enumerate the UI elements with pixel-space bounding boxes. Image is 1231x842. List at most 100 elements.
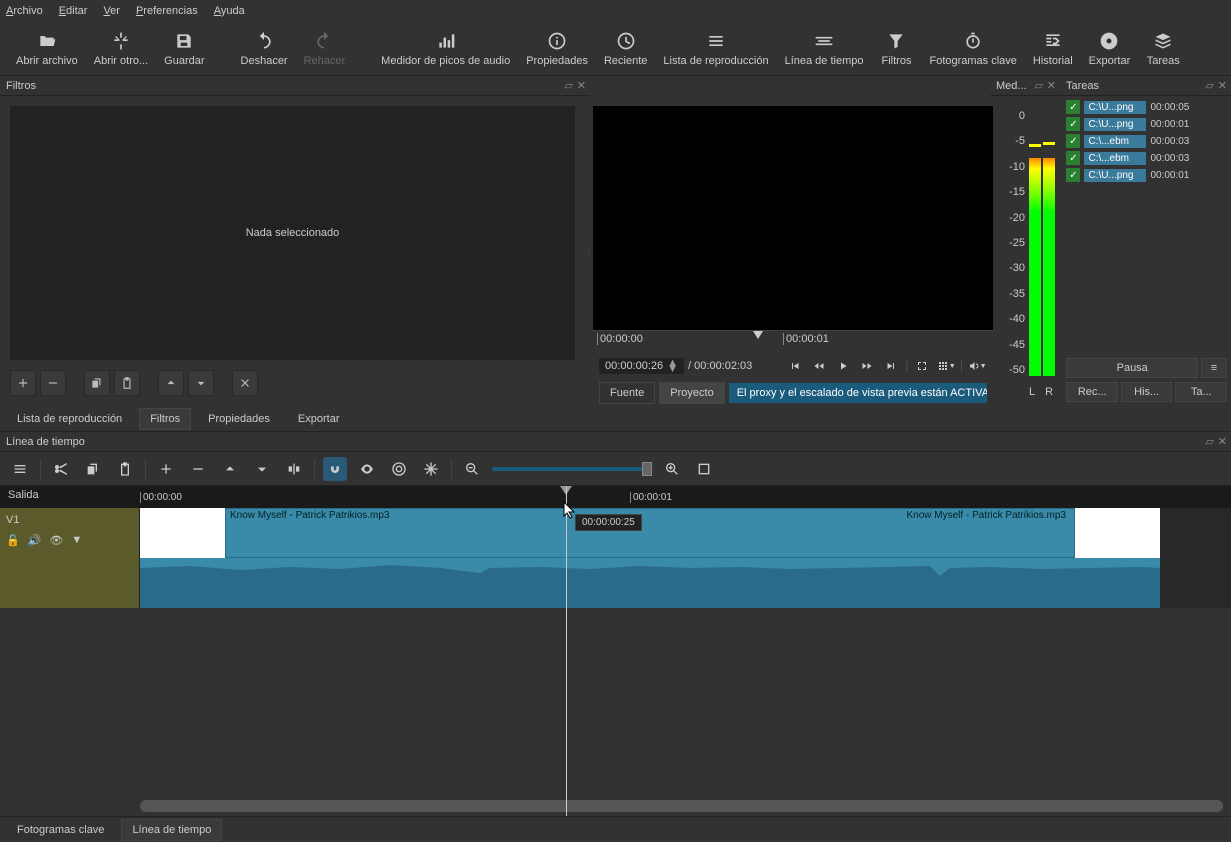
ripple-all-button[interactable] [419, 457, 443, 481]
undock-icon[interactable]: ▱ [1034, 79, 1042, 92]
redo-button[interactable]: Rehacer [296, 27, 354, 71]
add-filter-button[interactable] [10, 370, 36, 396]
menu-editar[interactable]: Editar [59, 5, 88, 17]
open-file-button[interactable]: Abrir archivo [8, 27, 86, 71]
remove-button[interactable] [186, 457, 210, 481]
close-icon[interactable]: ✕ [1218, 79, 1227, 92]
export-button[interactable]: Exportar [1081, 27, 1139, 71]
close-icon[interactable]: ✕ [1218, 435, 1227, 448]
track-header[interactable]: V1 🔓 🔊 👁 ▼ [0, 508, 140, 608]
history-button[interactable]: Historial [1025, 27, 1081, 71]
save-button[interactable]: Guardar [156, 27, 212, 71]
tab-playlist[interactable]: Lista de reproducción [6, 408, 133, 430]
grid-button[interactable]: ▼ [936, 356, 956, 376]
zoom-fit-button[interactable] [692, 457, 716, 481]
audio-meter-button[interactable]: Medidor de picos de audio [373, 27, 518, 71]
his-button[interactable]: His... [1121, 382, 1173, 402]
forward-button[interactable] [857, 356, 877, 376]
rewind-button[interactable] [809, 356, 829, 376]
append-button[interactable] [154, 457, 178, 481]
undock-icon[interactable]: ▱ [1205, 79, 1213, 92]
current-time-input[interactable]: 00:00:00:26 ▲▼ [599, 358, 684, 374]
slider-thumb[interactable] [642, 462, 652, 476]
skip-end-button[interactable] [881, 356, 901, 376]
clip-blank[interactable] [1075, 508, 1160, 558]
scrub-button[interactable] [355, 457, 379, 481]
ta-button[interactable]: Ta... [1175, 382, 1227, 402]
task-row[interactable]: ✓ C:\U...png 00:00:01 [1066, 168, 1227, 182]
paste-button[interactable] [113, 457, 137, 481]
visibility-icon[interactable]: 👁 [49, 534, 63, 547]
keyframes-button[interactable]: Fotogramas clave [921, 27, 1024, 71]
track-name: V1 [6, 514, 133, 526]
deselect-button[interactable] [232, 370, 258, 396]
rec-button[interactable]: Rec... [1066, 382, 1118, 402]
split-button[interactable] [282, 457, 306, 481]
paste-button[interactable] [114, 370, 140, 396]
clip-blank[interactable] [140, 508, 225, 558]
zoom-fit-button[interactable] [912, 356, 932, 376]
snap-button[interactable] [323, 457, 347, 481]
copy-button[interactable] [84, 370, 110, 396]
splitter[interactable]: ⋮ [585, 96, 593, 406]
filter-icon[interactable]: ▼ [71, 534, 82, 547]
menu-ayuda[interactable]: Ayuda [214, 5, 245, 17]
timeline-button[interactable]: Línea de tiempo [777, 27, 872, 71]
tab-properties[interactable]: Propiedades [197, 408, 281, 430]
tab-export[interactable]: Exportar [287, 408, 351, 430]
move-up-button[interactable] [158, 370, 184, 396]
skip-start-button[interactable] [785, 356, 805, 376]
menubar: AArchivorchivo Editar Ver Preferencias A… [0, 0, 1231, 22]
tasks-button[interactable]: Tareas [1138, 27, 1188, 71]
player-ruler[interactable]: 00:00:00 00:00:01 [593, 330, 993, 352]
tab-keyframes[interactable]: Fotogramas clave [6, 819, 115, 841]
close-icon[interactable]: ✕ [577, 79, 586, 92]
pause-button[interactable]: Pausa [1066, 358, 1198, 378]
playhead-marker[interactable] [753, 331, 763, 339]
timeline-ruler[interactable]: Salida 00:00:00 00:00:01 [0, 486, 1231, 508]
menu-preferencias[interactable]: Preferencias [136, 5, 198, 17]
ripple-button[interactable] [387, 457, 411, 481]
horizontal-scrollbar[interactable] [140, 800, 1223, 812]
recent-button[interactable]: Reciente [596, 27, 655, 71]
zoom-out-button[interactable] [460, 457, 484, 481]
scrollbar-thumb[interactable] [140, 800, 1223, 812]
open-other-button[interactable]: Abrir otro... [86, 27, 156, 71]
track-body[interactable]: Know Myself - Patrick Patrikios.mp3 Know… [140, 508, 1231, 608]
undock-icon[interactable]: ▱ [564, 79, 572, 92]
copy-button[interactable] [81, 457, 105, 481]
overwrite-button[interactable] [250, 457, 274, 481]
tab-timeline[interactable]: Línea de tiempo [121, 819, 222, 841]
lock-icon[interactable]: 🔓 [6, 534, 20, 547]
properties-button[interactable]: Propiedades [518, 27, 596, 71]
proxy-status-banner[interactable]: El proxy y el escalado de vista previa e… [729, 383, 987, 403]
video-preview[interactable] [593, 106, 993, 330]
undo-button[interactable]: Deshacer [233, 27, 296, 71]
undock-icon[interactable]: ▱ [1205, 435, 1213, 448]
playlist-button[interactable]: Lista de reproducción [655, 27, 776, 71]
move-down-button[interactable] [188, 370, 214, 396]
zoom-in-button[interactable] [660, 457, 684, 481]
zoom-slider[interactable] [492, 467, 652, 471]
volume-button[interactable]: ▼ [967, 356, 987, 376]
close-icon[interactable]: ✕ [1047, 79, 1056, 92]
remove-filter-button[interactable] [40, 370, 66, 396]
lift-button[interactable] [218, 457, 242, 481]
project-tab[interactable]: Proyecto [659, 382, 724, 404]
filters-button[interactable]: Filtros [871, 27, 921, 71]
task-row[interactable]: ✓ C:\U...png 00:00:01 [1066, 117, 1227, 131]
task-row[interactable]: ✓ C:\...ebm 00:00:03 [1066, 134, 1227, 148]
source-tab[interactable]: Fuente [599, 382, 655, 404]
timeline-menu-button[interactable] [8, 457, 32, 481]
task-row[interactable]: ✓ C:\U...png 00:00:05 [1066, 100, 1227, 114]
clip-audio[interactable]: Know Myself - Patrick Patrikios.mp3 Know… [225, 508, 1075, 558]
cut-button[interactable] [49, 457, 73, 481]
menu-ver[interactable]: Ver [103, 5, 120, 17]
playhead-line[interactable] [566, 486, 567, 816]
task-row[interactable]: ✓ C:\...ebm 00:00:03 [1066, 151, 1227, 165]
tasks-menu-button[interactable]: ≡ [1201, 358, 1227, 378]
play-button[interactable] [833, 356, 853, 376]
menu-archivo[interactable]: AArchivorchivo [6, 5, 43, 17]
tab-filters[interactable]: Filtros [139, 408, 191, 430]
mute-icon[interactable]: 🔊 [28, 534, 42, 547]
